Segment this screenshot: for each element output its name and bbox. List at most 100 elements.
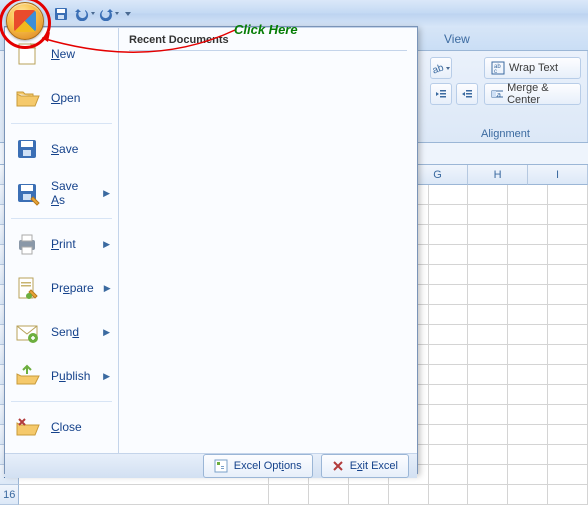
exit-excel-button[interactable]: Exit Excel (321, 454, 409, 478)
cell[interactable] (468, 465, 508, 485)
merge-center-label: Merge & Center (507, 82, 574, 106)
cell[interactable] (468, 285, 508, 305)
cell[interactable] (548, 405, 588, 425)
cell[interactable] (429, 325, 469, 345)
cell[interactable] (548, 245, 588, 265)
cell[interactable] (429, 205, 469, 225)
cell[interactable] (548, 425, 588, 445)
cell[interactable] (429, 425, 469, 445)
exit-excel-label: Exit Excel (350, 460, 398, 472)
qat-undo-button[interactable] (74, 3, 96, 25)
cell[interactable] (429, 185, 469, 205)
cell[interactable] (548, 365, 588, 385)
qat-save-button[interactable] (50, 3, 72, 25)
cell[interactable] (468, 365, 508, 385)
merge-center-button[interactable]: a Merge & Center (484, 83, 581, 105)
excel-options-button[interactable]: Excel Options (203, 454, 313, 478)
cell[interactable] (429, 485, 469, 505)
cell[interactable] (508, 225, 548, 245)
cell[interactable] (548, 305, 588, 325)
submenu-arrow-icon: ▶ (103, 188, 110, 199)
cell[interactable] (429, 345, 469, 365)
cell[interactable] (508, 245, 548, 265)
wrap-text-icon: abc (491, 61, 505, 75)
cell[interactable] (468, 185, 508, 205)
row-header[interactable]: 16 (0, 485, 19, 505)
cell[interactable] (548, 445, 588, 465)
cell[interactable] (508, 445, 548, 465)
increase-indent-button[interactable] (456, 83, 478, 105)
office-menu-open[interactable]: Open (5, 76, 118, 120)
cell[interactable] (508, 385, 548, 405)
office-menu-send[interactable]: Send▶ (5, 310, 118, 354)
qat-redo-button[interactable] (98, 3, 120, 25)
cell[interactable] (349, 485, 389, 505)
cell[interactable] (508, 425, 548, 445)
cell[interactable] (309, 485, 349, 505)
cell[interactable] (429, 445, 469, 465)
cell[interactable] (548, 265, 588, 285)
office-menu-print[interactable]: Print▶ (5, 222, 118, 266)
cell[interactable] (468, 225, 508, 245)
cell[interactable] (508, 405, 548, 425)
cell[interactable] (429, 265, 469, 285)
col-header-i[interactable]: I (528, 165, 588, 185)
tab-view[interactable]: View (430, 28, 484, 50)
cell[interactable] (468, 345, 508, 365)
qat-customize-dropdown[interactable] (122, 3, 134, 25)
cell[interactable] (429, 245, 469, 265)
cell[interactable] (548, 385, 588, 405)
cell[interactable] (508, 345, 548, 365)
cell[interactable] (468, 425, 508, 445)
office-menu-saveas[interactable]: Save As▶ (5, 171, 118, 215)
cell[interactable] (508, 265, 548, 285)
cell[interactable] (548, 225, 588, 245)
cell[interactable] (468, 245, 508, 265)
cell[interactable] (269, 485, 309, 505)
orientation-button[interactable]: ab (430, 57, 452, 79)
cell[interactable] (508, 465, 548, 485)
cell[interactable] (508, 185, 548, 205)
cell[interactable] (508, 365, 548, 385)
cell[interactable] (429, 365, 469, 385)
col-header-h[interactable]: H (468, 165, 528, 185)
cell[interactable] (548, 285, 588, 305)
cell[interactable] (429, 305, 469, 325)
cell[interactable] (468, 305, 508, 325)
cell[interactable] (389, 485, 429, 505)
cell[interactable] (19, 485, 269, 505)
cell[interactable] (508, 205, 548, 225)
cell[interactable] (468, 385, 508, 405)
cell[interactable] (429, 405, 469, 425)
office-button[interactable] (6, 2, 44, 40)
office-menu-publish[interactable]: Publish▶ (5, 354, 118, 398)
cell[interactable] (429, 385, 469, 405)
cell[interactable] (508, 305, 548, 325)
cell[interactable] (429, 225, 469, 245)
decrease-indent-button[interactable] (430, 83, 452, 105)
cell[interactable] (548, 345, 588, 365)
cell[interactable] (468, 325, 508, 345)
cell[interactable] (429, 465, 469, 485)
cell[interactable] (548, 205, 588, 225)
cell[interactable] (468, 485, 508, 505)
office-logo-icon (14, 10, 36, 32)
office-menu-save[interactable]: Save (5, 127, 118, 171)
cell[interactable] (508, 485, 548, 505)
send-icon (13, 318, 41, 346)
cell[interactable] (468, 265, 508, 285)
cell[interactable] (548, 485, 588, 505)
office-menu-close[interactable]: Close (5, 405, 118, 449)
cell[interactable] (548, 465, 588, 485)
decrease-indent-icon (435, 88, 447, 100)
cell[interactable] (508, 325, 548, 345)
cell[interactable] (548, 185, 588, 205)
cell[interactable] (468, 405, 508, 425)
cell[interactable] (468, 445, 508, 465)
office-menu-prepare[interactable]: Prepare▶ (5, 266, 118, 310)
cell[interactable] (508, 285, 548, 305)
cell[interactable] (468, 205, 508, 225)
cell[interactable] (429, 285, 469, 305)
cell[interactable] (548, 325, 588, 345)
wrap-text-button[interactable]: abc Wrap Text (484, 57, 581, 79)
